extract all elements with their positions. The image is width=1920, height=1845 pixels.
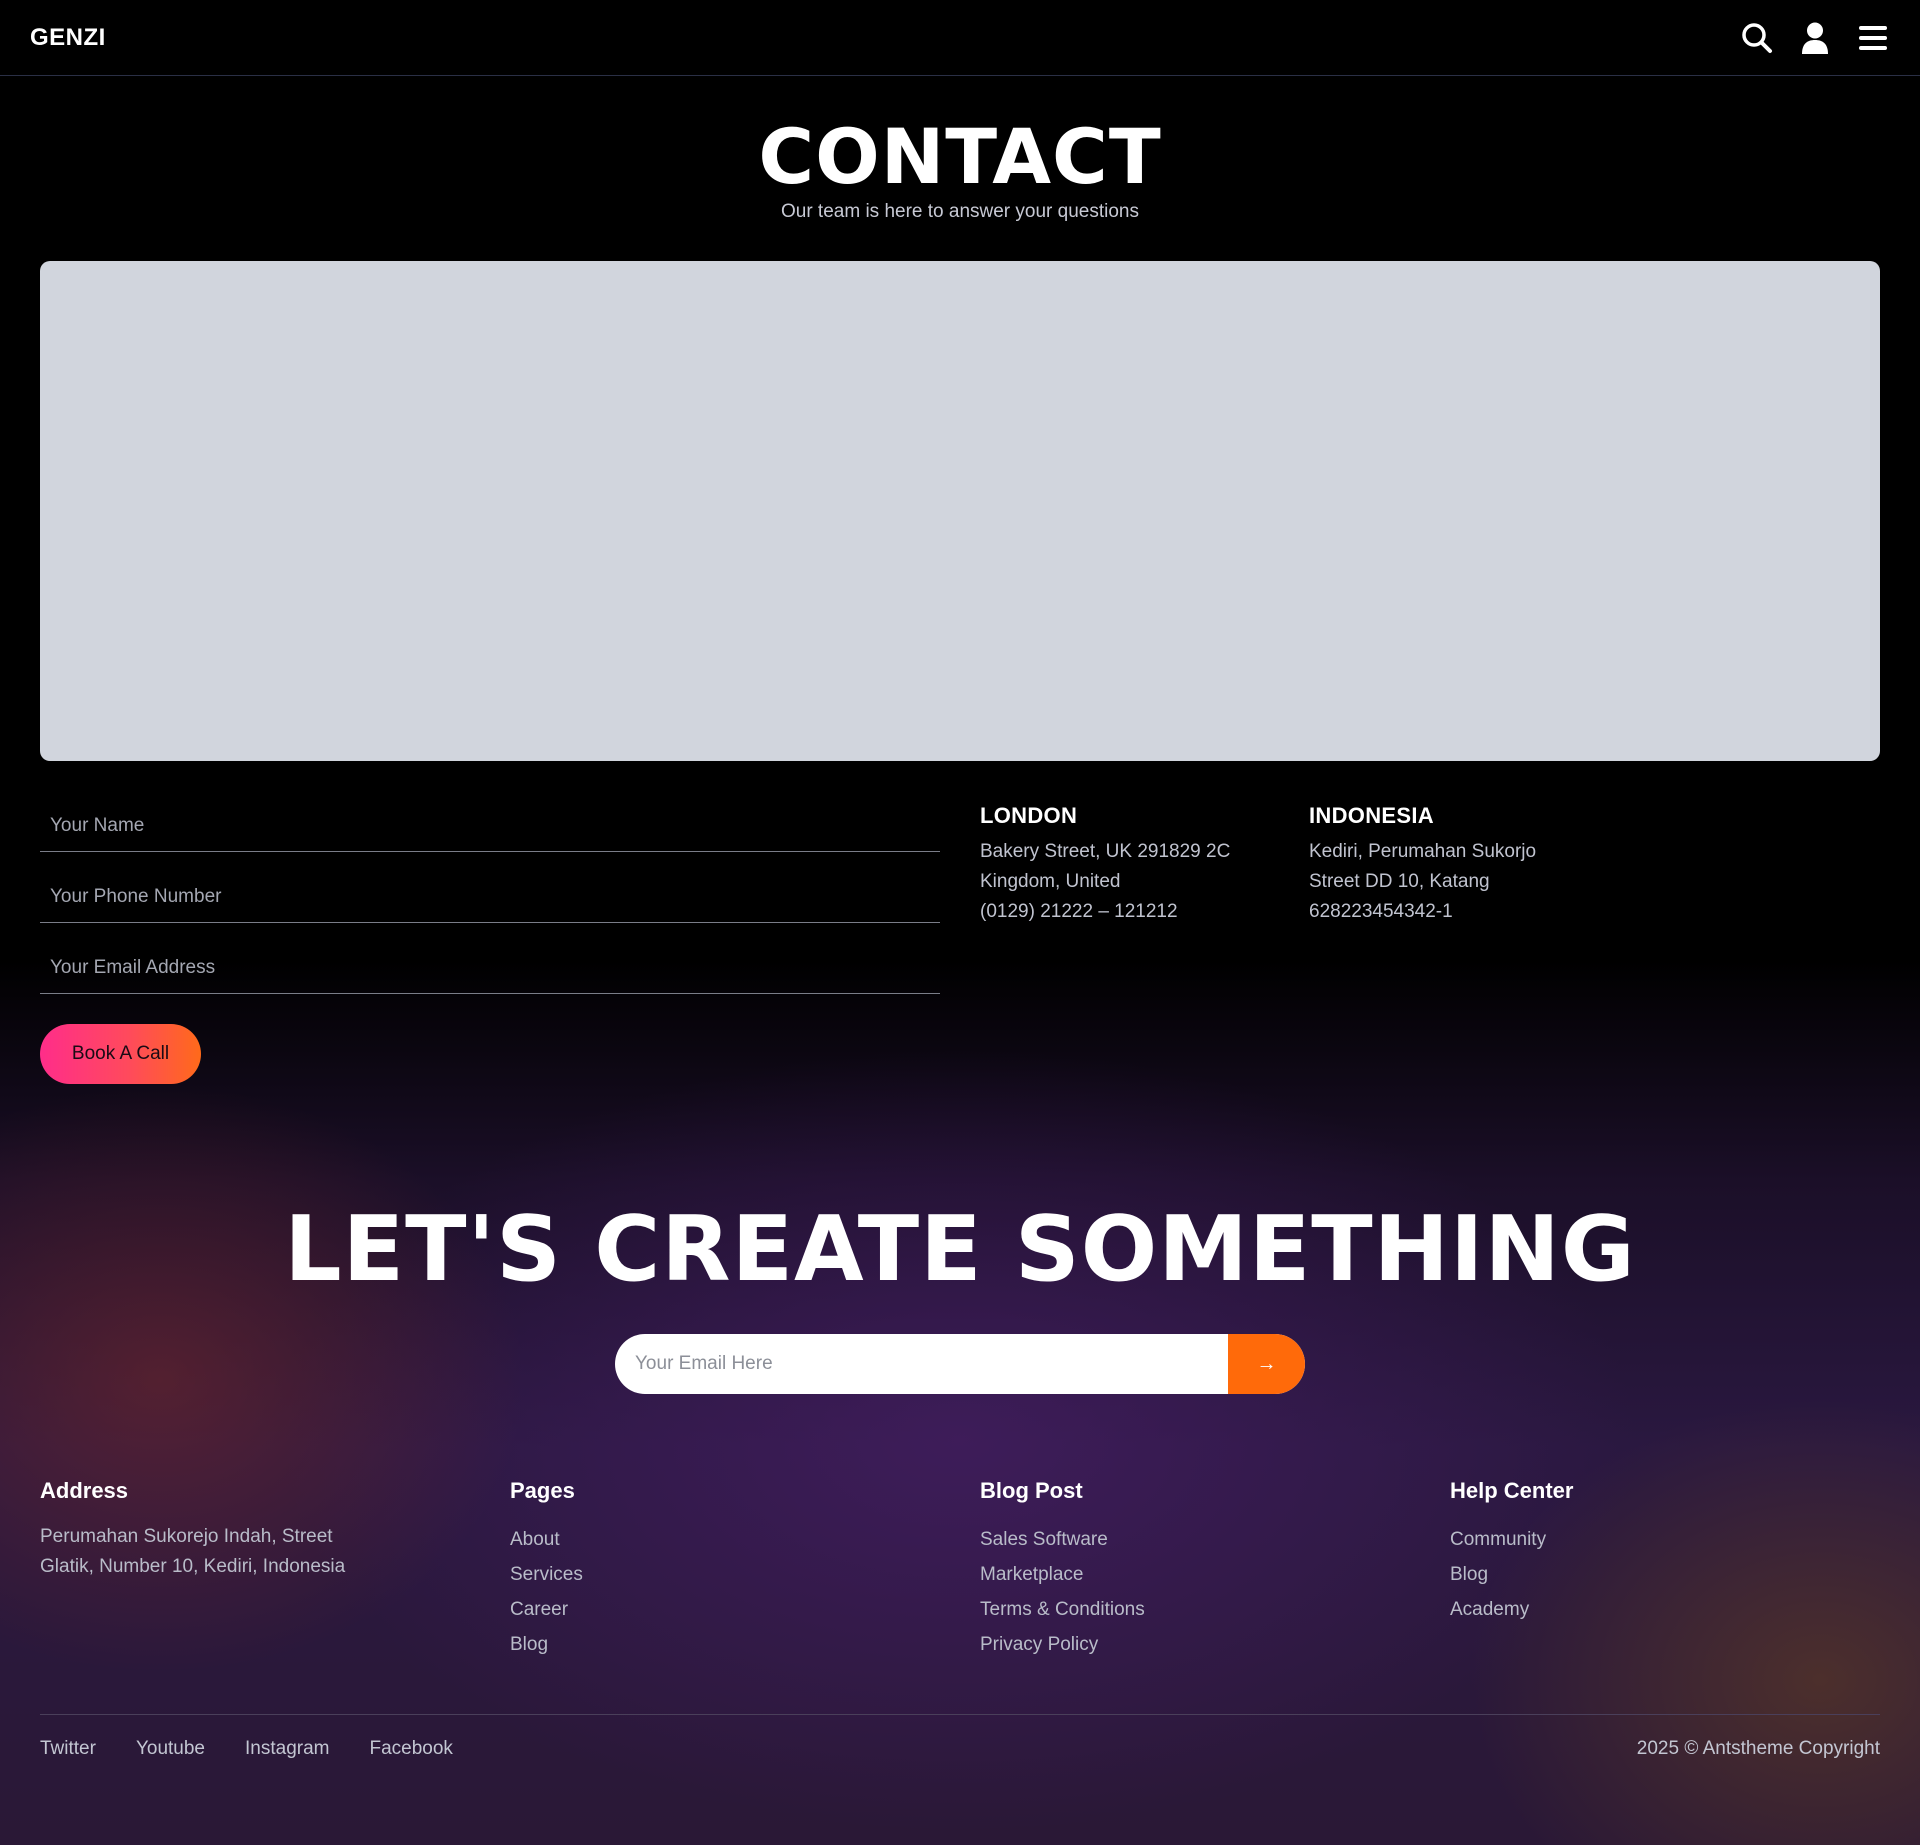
user-icon[interactable]	[1798, 21, 1832, 55]
footer-column-title: Address	[40, 1478, 129, 1503]
office-indonesia: INDONESIA Kediri, Perumahan Sukorjo Stre…	[1309, 803, 1629, 927]
page-subtitle: Our team is here to answer your question…	[780, 201, 1139, 222]
footer-link-about[interactable]: About	[510, 1522, 583, 1557]
office-title: INDONESIA	[1309, 803, 1434, 828]
footer-link-academy[interactable]: Academy	[1450, 1592, 1573, 1627]
social-link-twitter[interactable]: Twitter	[40, 1738, 96, 1760]
footer-link-services[interactable]: Services	[510, 1557, 583, 1592]
social-link-instagram[interactable]: Instagram	[245, 1738, 329, 1760]
search-icon[interactable]	[1740, 21, 1774, 55]
contact-hero: CONTACT Our team is here to answer your …	[0, 115, 1920, 223]
footer-blog-column: Blog Post Sales Software Marketplace Ter…	[980, 1478, 1145, 1662]
email-input[interactable]	[50, 956, 940, 979]
footer-help-column: Help Center Community Blog Academy	[1450, 1478, 1573, 1627]
office-title: LONDON	[980, 803, 1078, 828]
footer-link-marketplace[interactable]: Marketplace	[980, 1557, 1145, 1592]
phone-field-wrapper	[40, 871, 940, 923]
name-input[interactable]	[50, 814, 940, 837]
office-address-line: Kingdom, United	[980, 871, 1121, 892]
newsletter-submit-button[interactable]: →	[1228, 1334, 1305, 1394]
book-a-call-button[interactable]: Book A Call	[40, 1024, 201, 1084]
footer-link-blog[interactable]: Blog	[1450, 1557, 1573, 1592]
footer-link-sales-software[interactable]: Sales Software	[980, 1522, 1145, 1557]
name-field-wrapper	[40, 800, 940, 852]
footer-link-terms[interactable]: Terms & Conditions	[980, 1592, 1145, 1627]
office-london: LONDON Bakery Street, UK 291829 2C Kingd…	[980, 803, 1300, 927]
footer-gradient-background	[0, 960, 1920, 1845]
footer-divider	[40, 1714, 1880, 1715]
footer-column-title: Blog Post	[980, 1478, 1083, 1503]
office-address-line: Kediri, Perumahan Sukorjo	[1309, 841, 1537, 862]
footer-address-column: Address Perumahan Sukorejo Indah, Street…	[40, 1478, 345, 1582]
footer-link-blog[interactable]: Blog	[510, 1627, 583, 1662]
footer-address-line: Glatik, Number 10, Kediri, Indonesia	[40, 1556, 346, 1577]
phone-input[interactable]	[50, 885, 940, 908]
newsletter-form: →	[615, 1334, 1305, 1394]
office-phone: (0129) 21222 – 121212	[980, 901, 1178, 922]
top-navbar: GENZI	[0, 0, 1920, 76]
office-address-line: Bakery Street, UK 291829 2C	[980, 841, 1231, 862]
footer-column-title: Help Center	[1450, 1478, 1574, 1503]
email-field-wrapper	[40, 942, 940, 994]
cta-heading: LET'S CREATE SOMETHING	[284, 1197, 1636, 1302]
office-address-line: Street DD 10, Katang	[1309, 871, 1490, 892]
social-link-youtube[interactable]: Youtube	[136, 1738, 205, 1760]
footer-pages-column: Pages About Services Career Blog	[510, 1478, 583, 1662]
social-link-facebook[interactable]: Facebook	[369, 1738, 452, 1760]
footer-link-career[interactable]: Career	[510, 1592, 583, 1627]
office-phone: 628223454342-1	[1309, 901, 1453, 922]
page-title: CONTACT	[758, 112, 1162, 201]
footer-link-community[interactable]: Community	[1450, 1522, 1573, 1557]
header-icons	[1740, 21, 1890, 55]
copyright-text: 2025 © Antstheme Copyright	[1636, 1738, 1880, 1759]
contact-form	[40, 800, 940, 1013]
social-links: Twitter Youtube Instagram Facebook	[40, 1738, 453, 1760]
menu-icon[interactable]	[1856, 21, 1890, 55]
map-placeholder[interactable]	[40, 261, 1880, 761]
site-logo[interactable]: GENZI	[30, 24, 106, 52]
newsletter-email-input[interactable]	[615, 1334, 1228, 1394]
footer-link-privacy[interactable]: Privacy Policy	[980, 1627, 1145, 1662]
footer-address-line: Perumahan Sukorejo Indah, Street	[40, 1526, 333, 1547]
footer-column-title: Pages	[510, 1478, 575, 1503]
